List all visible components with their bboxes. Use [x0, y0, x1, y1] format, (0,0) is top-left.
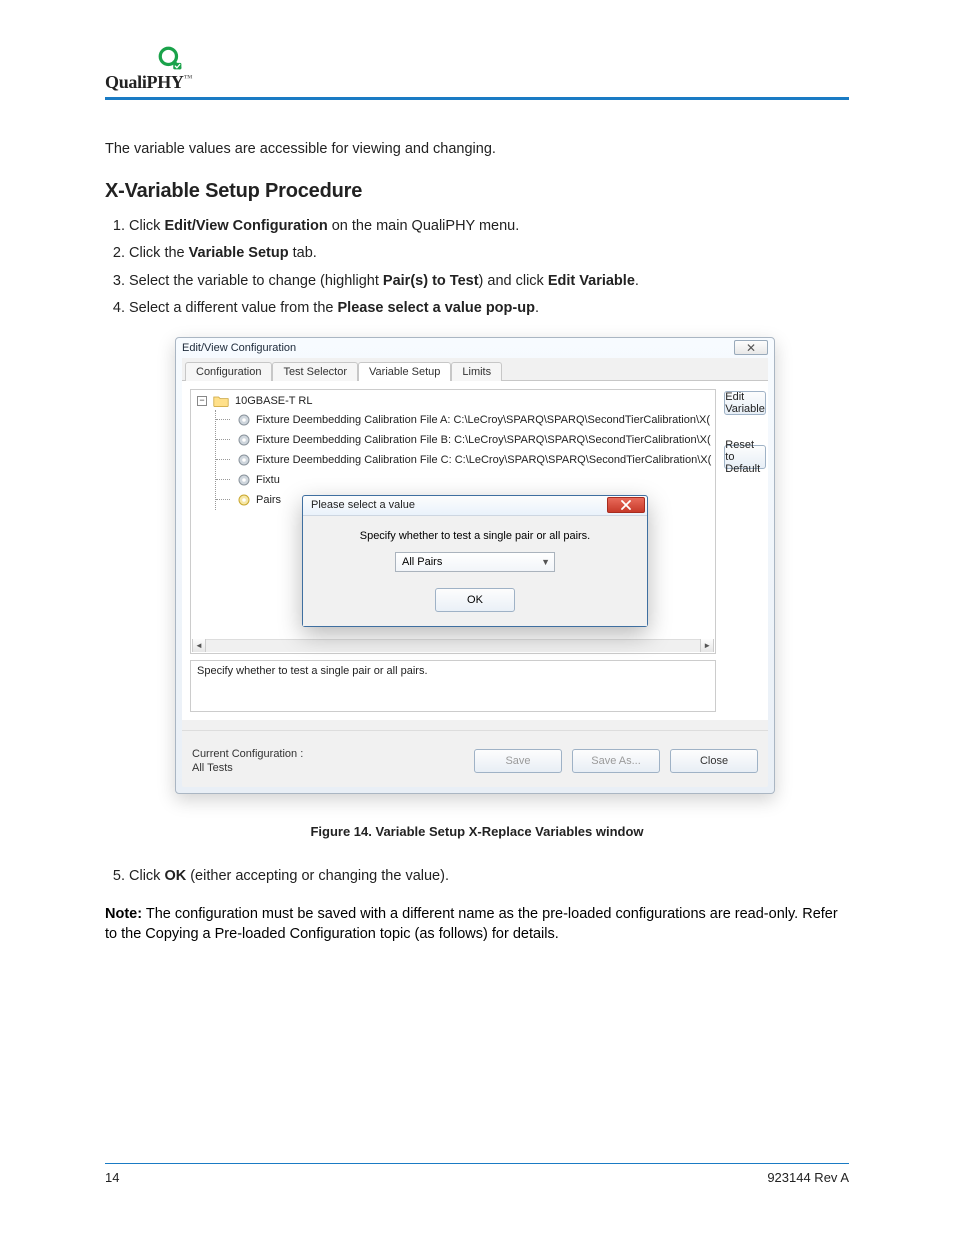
scroll-right-icon[interactable]: ► [700, 639, 714, 652]
dialog-prompt: Specify whether to test a single pair or… [313, 530, 637, 542]
tree-item-label: Fixture Deembedding Calibration File C: … [256, 454, 711, 466]
step-2: Click the Variable Setup tab. [129, 244, 849, 264]
tab-configuration[interactable]: Configuration [185, 362, 272, 381]
gear-icon [236, 412, 252, 428]
tree-item[interactable]: Fixture Deembedding Calibration File C: … [216, 450, 711, 470]
edit-variable-button[interactable]: Edit Variable [724, 391, 766, 415]
page-footer: 14 923144 Rev A [105, 1163, 849, 1185]
tab-test-selector[interactable]: Test Selector [272, 362, 358, 381]
value-select[interactable]: All Pairs ▼ [395, 552, 555, 572]
close-icon: ✕ [746, 341, 756, 355]
dialog-close-button[interactable] [607, 497, 645, 513]
tree-root[interactable]: − 10GBASE-T RL [197, 394, 711, 408]
current-config: Current Configuration : All Tests [192, 747, 464, 776]
tabstrip: Configuration Test Selector Variable Set… [182, 358, 768, 381]
gear-icon [236, 472, 252, 488]
select-value: All Pairs [402, 556, 442, 568]
tab-limits[interactable]: Limits [451, 362, 502, 381]
gear-icon [236, 452, 252, 468]
tree-root-label: 10GBASE-T RL [235, 395, 312, 407]
horizontal-scrollbar[interactable]: ◄ ► [192, 639, 714, 652]
save-button[interactable]: Save [474, 749, 562, 773]
close-button[interactable]: Close [670, 749, 758, 773]
page-number: 14 [105, 1170, 119, 1185]
step-3: Select the variable to change (highlight… [129, 272, 849, 292]
ok-button[interactable]: OK [435, 588, 515, 612]
select-value-dialog: Please select a value Specify whether to… [302, 495, 648, 627]
reset-default-button[interactable]: Reset to Default [724, 445, 766, 469]
scroll-left-icon[interactable]: ◄ [192, 639, 206, 652]
intro-text: The variable values are accessible for v… [105, 140, 849, 160]
doc-revision: 923144 Rev A [767, 1170, 849, 1185]
window-close-button[interactable]: ✕ [734, 340, 768, 355]
brand-logo: QualiPHY™ [105, 45, 849, 93]
chevron-down-icon: ▼ [541, 557, 550, 567]
tree-item[interactable]: Fixture Deembedding Calibration File B: … [216, 430, 711, 450]
step-1: Click Edit/View Configuration on the mai… [129, 217, 849, 237]
tree-item[interactable]: Fixtu [216, 470, 711, 490]
step-5: Click OK (either accepting or changing t… [129, 867, 849, 887]
tree-item[interactable]: Fixture Deembedding Calibration File A: … [216, 410, 711, 430]
collapse-icon[interactable]: − [197, 396, 207, 406]
note-block: Note: The configuration must be saved wi… [105, 905, 849, 944]
window-titlebar: Edit/View Configuration ✕ [176, 338, 774, 358]
tab-variable-setup[interactable]: Variable Setup [358, 362, 451, 381]
tree-item-label: Fixture Deembedding Calibration File B: … [256, 434, 711, 446]
variable-description: Specify whether to test a single pair or… [190, 660, 716, 712]
figure-caption: Figure 14. Variable Setup X-Replace Vari… [105, 824, 849, 839]
close-icon [620, 500, 632, 510]
gear-icon [236, 492, 252, 508]
section-title: X-Variable Setup Procedure [105, 180, 849, 203]
steps-list-continued: Click OK (either accepting or changing t… [129, 867, 849, 887]
save-as-button[interactable]: Save As... [572, 749, 660, 773]
logo-icon [157, 45, 183, 71]
folder-icon [213, 394, 229, 408]
window-title: Edit/View Configuration [182, 342, 734, 354]
tree-item-label: Pairs [256, 494, 281, 506]
step-4: Select a different value from the Please… [129, 299, 849, 319]
tree-item-label: Fixture Deembedding Calibration File A: … [256, 414, 710, 426]
logo-text: QualiPHY [105, 72, 184, 92]
screenshot-figure: Edit/View Configuration ✕ Configuration … [175, 337, 775, 795]
steps-list: Click Edit/View Configuration on the mai… [129, 217, 849, 319]
logo-tm: ™ [184, 73, 193, 83]
tree-item-label: Fixtu [256, 474, 280, 486]
header-rule [105, 97, 849, 100]
gear-icon [236, 432, 252, 448]
dialog-title: Please select a value [311, 499, 607, 511]
